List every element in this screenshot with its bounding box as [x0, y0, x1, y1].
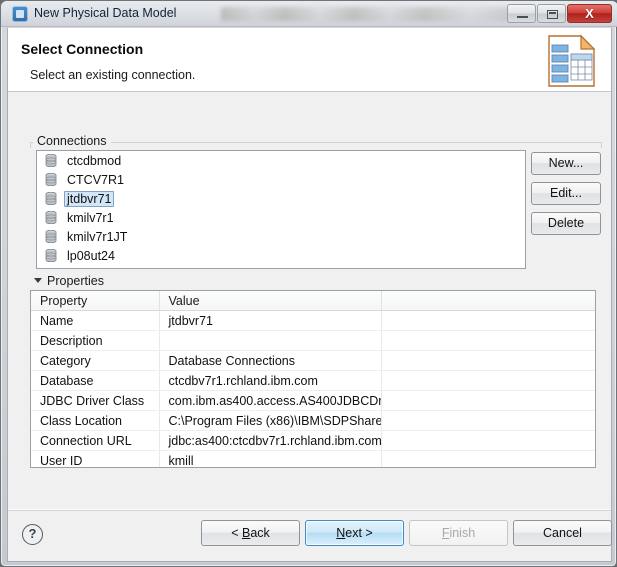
window-app-icon [12, 6, 28, 22]
wizard-navigation: < Back Next > Finish Cancel [201, 520, 612, 546]
cell-property: Database [31, 370, 160, 391]
cell-property: Description [31, 330, 160, 351]
cell-blank [381, 330, 595, 351]
new-connection-button[interactable]: New... [531, 152, 601, 175]
wizard-header: Select Connection Select an existing con… [8, 28, 611, 92]
list-item-label: kmilv7r1JT [67, 229, 128, 244]
background-window-ghost-text [221, 7, 511, 21]
window-title: New Physical Data Model [34, 6, 177, 20]
connection-actions: New... Edit... Delete [531, 152, 601, 235]
table-row[interactable]: Description [31, 330, 595, 351]
list-item[interactable]: kmilv7r1 [37, 208, 525, 227]
close-button[interactable]: X [567, 4, 612, 23]
column-header-property[interactable]: Property [31, 291, 160, 311]
cell-value: jdbc:as400:ctcdbv7r1.rchland.ibm.com;... [159, 430, 382, 451]
cell-blank [381, 350, 595, 371]
minimize-icon [517, 16, 528, 18]
title-bar[interactable]: New Physical Data Model X [1, 1, 617, 27]
cell-blank [381, 370, 595, 391]
cell-property: Category [31, 350, 160, 371]
next-button[interactable]: Next > [305, 520, 404, 546]
delete-connection-button[interactable]: Delete [531, 212, 601, 235]
database-icon [45, 172, 57, 187]
footer-separator [8, 509, 611, 511]
database-icon [45, 210, 57, 225]
connections-list[interactable]: ctcdbmod CTCV7R1 jtdbvr71 kmilv7r1 kmilv… [36, 150, 526, 269]
list-item-label: CTCV7R1 [67, 172, 124, 187]
cell-value: kmill [159, 450, 382, 467]
table-row[interactable]: User ID kmill [31, 450, 595, 467]
database-icon [45, 229, 57, 244]
cell-property: Class Location [31, 410, 160, 431]
list-item-label: kmilv7r1 [67, 210, 114, 225]
cell-property: Connection URL [31, 430, 160, 451]
cell-blank [381, 310, 595, 331]
close-icon: X [585, 6, 594, 21]
list-item[interactable]: lp08ut24 [37, 246, 525, 265]
list-item-label: ctcdbmod [67, 153, 122, 168]
list-item-selected[interactable]: jtdbvr71 [37, 189, 525, 208]
cell-value: jtdbvr71 [159, 310, 382, 331]
list-item[interactable]: kmilv7r1JT [37, 227, 525, 246]
minimize-button[interactable] [507, 4, 536, 23]
table-row[interactable]: Database ctcdbv7r1.rchland.ibm.com [31, 370, 595, 391]
list-item[interactable]: CTCV7R1 [37, 170, 525, 189]
maximize-button[interactable] [537, 4, 566, 23]
cell-blank [381, 390, 595, 411]
cell-blank [381, 410, 595, 431]
maximize-icon [547, 10, 558, 19]
cell-value: com.ibm.as400.access.AS400JDBCDriver [159, 390, 382, 411]
cell-property: JDBC Driver Class [31, 390, 160, 411]
database-icon [45, 191, 57, 206]
help-button[interactable]: ? [22, 524, 43, 545]
column-header-value[interactable]: Value [159, 291, 382, 311]
finish-button: Finish [409, 520, 508, 546]
page-subtitle: Select an existing connection. [30, 68, 196, 82]
database-icon [45, 248, 57, 263]
properties-table: Property Value Name jtdbvr71 Description [31, 291, 595, 467]
cell-blank [381, 450, 595, 467]
cell-value: Database Connections [159, 350, 382, 371]
cell-property: User ID [31, 450, 160, 467]
database-icon [45, 153, 57, 168]
chevron-down-icon [34, 278, 42, 283]
list-item[interactable]: ctcdbmod [37, 151, 525, 170]
list-item-label: lp08ut24 [67, 248, 115, 263]
cell-value [159, 330, 382, 351]
cell-blank [381, 430, 595, 451]
cell-value: C:\Program Files (x86)\IBM\SDPShared... [159, 410, 382, 431]
page-title: Select Connection [21, 41, 144, 57]
cell-value: ctcdbv7r1.rchland.ibm.com [159, 370, 382, 391]
connections-group-label: Connections [33, 134, 111, 148]
table-row[interactable]: JDBC Driver Class com.ibm.as400.access.A… [31, 390, 595, 411]
table-row[interactable]: Connection URL jdbc:as400:ctcdbv7r1.rchl… [31, 430, 595, 451]
cell-property: Name [31, 310, 160, 331]
table-row[interactable]: Class Location C:\Program Files (x86)\IB… [31, 410, 595, 431]
list-item-label: jtdbvr71 [64, 190, 115, 207]
window-controls: X [507, 4, 612, 23]
connections-group-line-left [30, 142, 31, 148]
physical-data-model-icon [545, 34, 597, 88]
properties-table-container[interactable]: Property Value Name jtdbvr71 Description [30, 290, 596, 468]
dialog-body: Select Connection Select an existing con… [7, 28, 612, 562]
edit-connection-button[interactable]: Edit... [531, 182, 601, 205]
cancel-button[interactable]: Cancel [513, 520, 612, 546]
dialog-window: New Physical Data Model X Select Connect… [0, 0, 617, 567]
column-header-blank[interactable] [381, 291, 595, 311]
properties-section-label: Properties [47, 274, 104, 288]
connections-group-line-right [601, 142, 602, 148]
table-header-row: Property Value [31, 291, 595, 311]
table-row[interactable]: Name jtdbvr71 [31, 310, 595, 331]
back-button[interactable]: < Back [201, 520, 300, 546]
connections-group-line [30, 142, 602, 143]
properties-section-toggle[interactable]: Properties [34, 274, 104, 288]
table-row[interactable]: Category Database Connections [31, 350, 595, 371]
